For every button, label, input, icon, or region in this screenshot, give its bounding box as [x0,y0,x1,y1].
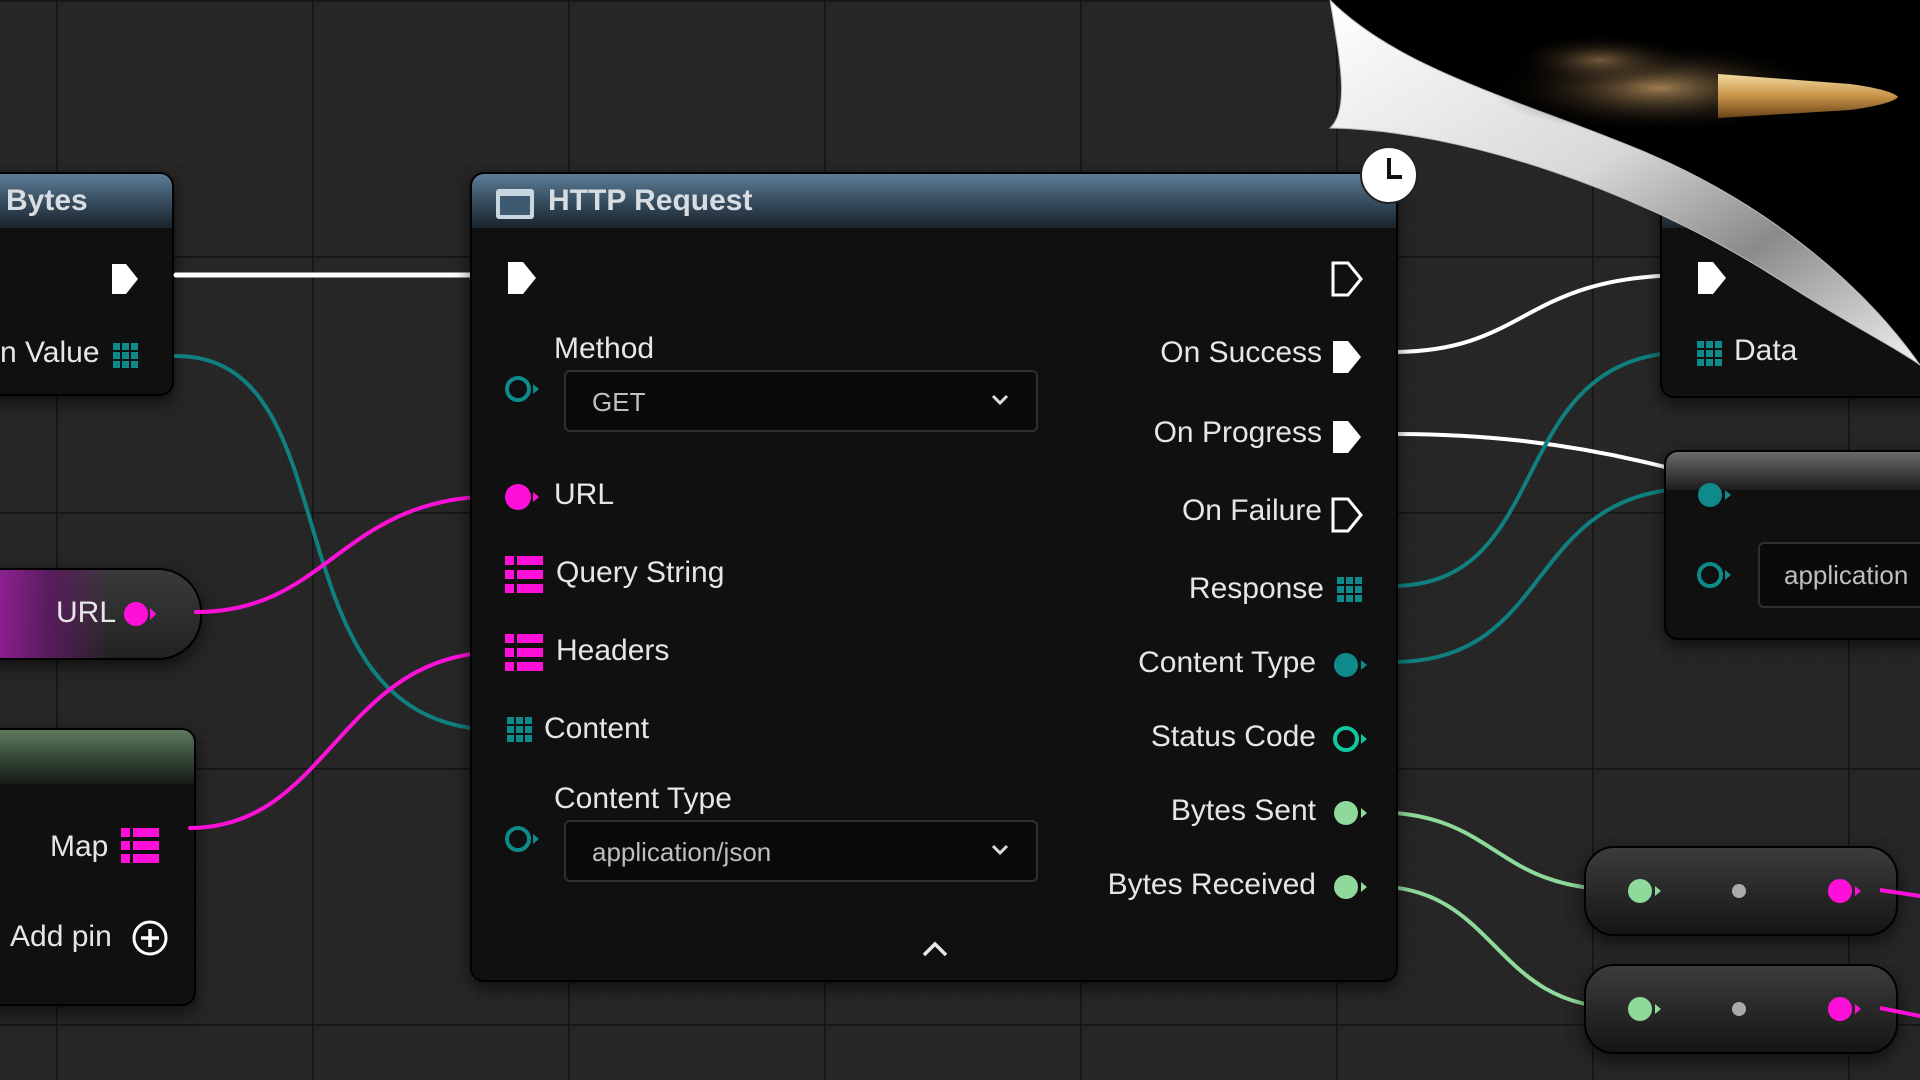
page-curl-overlay [1328,0,1920,366]
blueprint-graph-canvas[interactable]: Bytes n Value URL Map Add pin HTTP Reque… [0,0,1920,1080]
